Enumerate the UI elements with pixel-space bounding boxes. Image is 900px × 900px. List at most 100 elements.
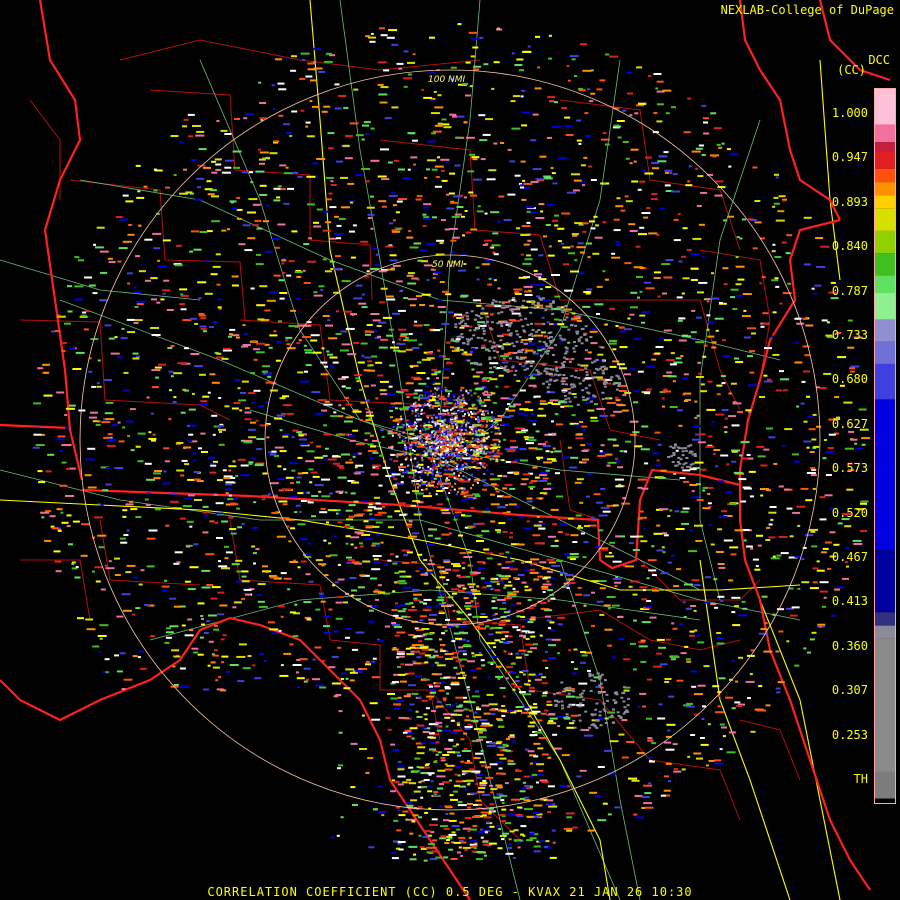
radar-echo-pixel: [566, 587, 570, 589]
radar-echo-pixel: [589, 220, 595, 223]
radar-echo-pixel: [447, 446, 450, 448]
radar-echo-pixel: [481, 309, 485, 312]
radar-echo-pixel: [492, 401, 497, 404]
radar-echo-pixel: [490, 211, 500, 214]
radar-echo-pixel: [429, 36, 435, 39]
radar-echo-pixel: [426, 377, 430, 380]
radar-echo-pixel: [457, 410, 460, 413]
radar-echo-pixel: [450, 417, 453, 419]
radar-echo-pixel: [211, 414, 218, 417]
radar-echo-pixel: [665, 748, 675, 751]
radar-echo-pixel: [321, 110, 328, 113]
radar-echo-pixel: [655, 346, 664, 348]
radar-echo-pixel: [407, 61, 415, 64]
radar-echo-pixel: [520, 234, 530, 236]
radar-echo-pixel: [694, 400, 698, 403]
radar-echo-pixel: [475, 266, 480, 269]
radar-echo-pixel: [697, 361, 702, 364]
radar-echo-pixel: [479, 462, 482, 465]
radar-echo-pixel: [472, 423, 475, 426]
radar-echo-pixel: [195, 134, 205, 137]
radar-echo-pixel: [379, 454, 384, 457]
radar-echo-pixel: [444, 386, 447, 389]
radar-echo-pixel: [365, 330, 374, 333]
radar-echo-pixel: [353, 297, 363, 300]
radar-echo-pixel: [646, 577, 650, 580]
radar-echo-pixel: [224, 166, 232, 169]
radar-echo-pixel: [201, 586, 211, 589]
radar-echo-pixel: [472, 493, 480, 496]
radar-echo-pixel: [357, 361, 365, 364]
radar-echo-pixel: [359, 748, 367, 750]
radar-echo-pixel: [523, 414, 528, 417]
radar-echo-pixel: [607, 461, 617, 464]
radar-echo-pixel: [231, 207, 238, 210]
radar-echo-pixel: [183, 168, 187, 171]
radar-echo-pixel: [400, 333, 409, 336]
radar-echo-pixel: [683, 480, 690, 483]
radar-echo-pixel: [291, 469, 296, 472]
radar-echo-pixel: [444, 521, 450, 524]
radar-echo-pixel: [624, 450, 628, 453]
radar-echo-pixel: [186, 424, 190, 427]
radar-echo-pixel: [550, 167, 554, 169]
radar-map[interactable]: 100 NMI 50 NMI: [0, 0, 900, 900]
radar-echo-pixel: [425, 385, 430, 388]
radar-echo-pixel: [465, 231, 472, 234]
radar-echo-pixel: [442, 414, 445, 417]
radar-echo-pixel: [225, 159, 234, 162]
radar-echo-pixel: [391, 341, 395, 344]
radar-echo-pixel: [231, 275, 239, 278]
radar-echo-pixel: [506, 450, 515, 453]
radar-echo-pixel: [453, 404, 456, 407]
radar-echo-pixel: [671, 554, 675, 557]
radar-echo-pixel: [443, 433, 446, 436]
radar-echo-pixel: [169, 389, 172, 392]
radar-echo-pixel: [694, 524, 703, 527]
radar-echo-pixel: [742, 293, 752, 295]
radar-echo-pixel: [415, 463, 418, 466]
radar-echo-pixel: [582, 429, 586, 431]
radar-echo-pixel: [378, 93, 388, 96]
radar-echo-pixel: [533, 524, 542, 527]
radar-echo-pixel: [496, 443, 499, 446]
radar-echo-pixel: [666, 371, 673, 374]
radar-echo-pixel: [439, 422, 442, 425]
radar-echo-pixel: [698, 223, 705, 226]
radar-echo-pixel: [683, 373, 689, 376]
radar-echo-pixel: [499, 432, 502, 435]
radar-echo-pixel: [403, 451, 405, 454]
radar-echo-pixel: [794, 361, 803, 364]
radar-echo-pixel: [452, 195, 462, 198]
radar-echo-pixel: [666, 723, 676, 726]
radar-echo-pixel: [135, 516, 142, 518]
radar-echo-pixel: [414, 675, 422, 678]
radar-echo-pixel: [440, 420, 443, 423]
radar-echo-pixel: [685, 705, 695, 708]
radar-echo-pixel: [710, 297, 720, 300]
radar-echo-pixel: [171, 649, 180, 652]
radar-echo-pixel: [163, 470, 167, 473]
radar-echo-pixel: [289, 482, 294, 485]
radar-echo-pixel: [792, 511, 801, 514]
radar-echo-pixel: [190, 353, 200, 355]
radar-echo-pixel: [200, 317, 207, 320]
radar-echo-pixel: [77, 617, 84, 620]
radar-echo-pixel: [450, 239, 457, 242]
radar-echo-pixel: [611, 256, 621, 259]
radar-echo-pixel: [446, 464, 449, 467]
radar-echo-pixel: [454, 416, 457, 419]
radar-echo-pixel: [527, 239, 532, 242]
radar-echo-pixel: [482, 479, 486, 482]
radar-echo-pixel: [693, 693, 703, 696]
radar-echo-pixel: [300, 500, 307, 502]
radar-echo-pixel: [72, 520, 80, 523]
radar-echo-pixel: [477, 205, 481, 208]
radar-echo-pixel: [389, 254, 397, 257]
radar-echo-pixel: [583, 734, 593, 737]
radar-echo-pixel: [774, 277, 779, 280]
radar-echo-pixel: [427, 466, 430, 468]
radar-echo-pixel: [594, 303, 604, 306]
radar-echo-pixel: [200, 615, 204, 617]
radar-echo-pixel: [414, 427, 417, 430]
